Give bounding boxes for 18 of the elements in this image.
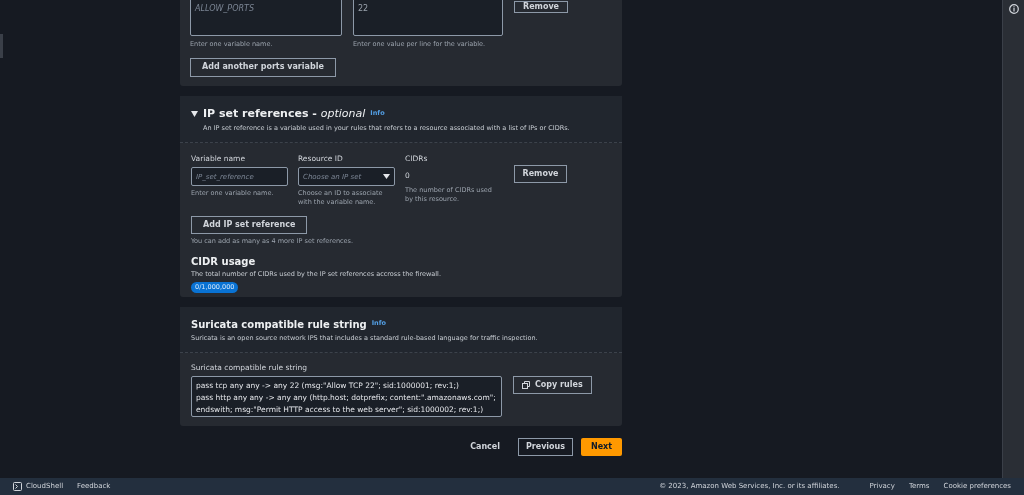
cidr-usage-title: CIDR usage [191, 255, 257, 269]
next-button[interactable]: Next [581, 437, 622, 456]
info-icon[interactable] [1008, 4, 1019, 14]
copy-rules-button[interactable]: Copy rules [513, 375, 592, 394]
cancel-button[interactable]: Cancel [460, 437, 510, 456]
remove-button[interactable]: Remove [514, 165, 567, 183]
terminal-icon [13, 482, 22, 491]
caret-icon[interactable] [191, 111, 198, 117]
values-field[interactable]: 22 [353, 0, 503, 36]
add-ip-set-reference-button[interactable]: Add IP set reference [191, 216, 308, 235]
remove-button[interactable]: Remove [514, 1, 568, 13]
add-ports-variable-button[interactable]: Add another ports variable [190, 57, 336, 77]
caret-icon [383, 174, 390, 180]
copy-icon [522, 380, 530, 389]
section-title: Suricata compatible rule string [191, 317, 367, 332]
section-title: IP set references - optional [203, 105, 366, 122]
variable-name-field[interactable]: ALLOW_PORTS [190, 0, 342, 36]
previous-button[interactable]: Previous [518, 437, 573, 456]
